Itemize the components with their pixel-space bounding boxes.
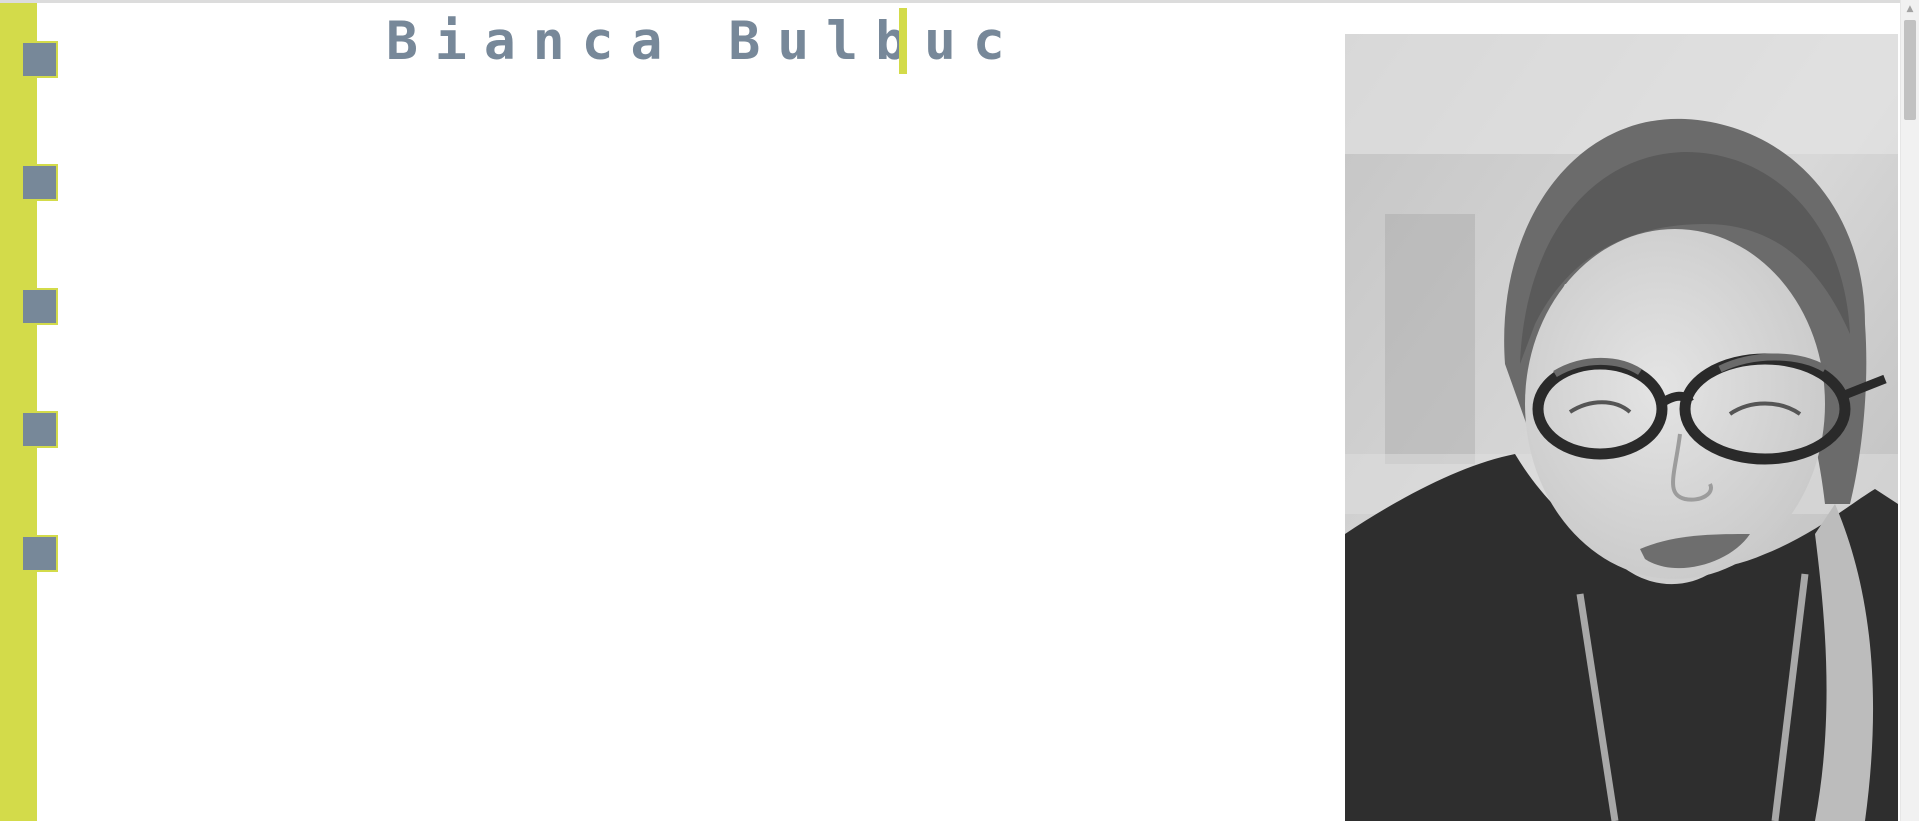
nav-square-2[interactable]	[21, 164, 58, 201]
typing-cursor	[899, 8, 907, 74]
profile-photo	[1345, 34, 1898, 821]
page: Bianca Bulbuc ▲	[0, 0, 1919, 821]
nav-square-3[interactable]	[21, 288, 58, 325]
page-title: Bianca Bulbuc	[386, 10, 1022, 72]
chevron-up-icon: ▲	[1906, 4, 1914, 14]
scroll-thumb[interactable]	[1904, 20, 1916, 120]
top-border	[0, 0, 1900, 3]
scroll-up-arrow[interactable]: ▲	[1901, 0, 1919, 18]
portrait-illustration	[1345, 34, 1898, 821]
vertical-scrollbar[interactable]: ▲	[1900, 0, 1919, 821]
nav-square-1[interactable]	[21, 41, 58, 78]
nav-square-4[interactable]	[21, 411, 58, 448]
nav-square-5[interactable]	[21, 535, 58, 572]
